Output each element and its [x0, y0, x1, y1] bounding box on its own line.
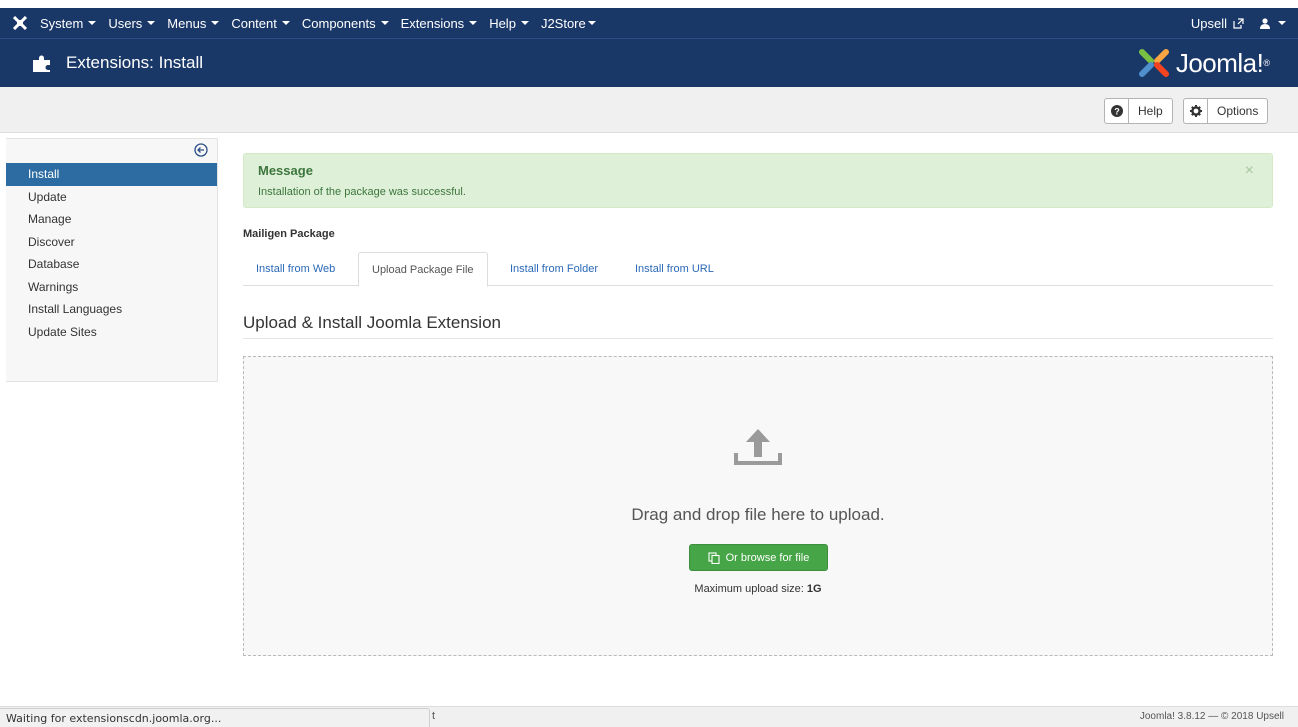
menu-system-label: System — [40, 15, 84, 31]
menu-system[interactable]: System — [40, 15, 97, 31]
gear-icon — [1184, 99, 1208, 123]
user-icon — [1260, 17, 1270, 29]
menu-menus-label: Menus — [167, 15, 207, 31]
chevron-down-icon — [147, 21, 156, 25]
question-circle-icon: ? — [1105, 99, 1129, 123]
tab-install-from-folder[interactable]: Install from Folder — [497, 252, 611, 286]
menu-help[interactable]: Help — [489, 16, 529, 31]
browse-file-button[interactable]: Or browse for file — [689, 544, 828, 571]
page-header: Extensions: Install Joomla! ® — [0, 38, 1298, 87]
chevron-down-icon — [380, 21, 389, 25]
footer-version: Joomla! 3.8.12 — © 2018 Upsell — [1139, 711, 1284, 722]
options-button[interactable]: Options — [1183, 98, 1269, 124]
site-link-label: Upsell — [1190, 15, 1227, 31]
copy-icon — [708, 551, 720, 564]
section-divider — [243, 338, 1273, 339]
browse-file-label: Or browse for file — [725, 551, 810, 564]
alert-heading: Message — [258, 163, 313, 178]
menu-content[interactable]: Content — [231, 16, 290, 31]
sidebar-item-update-sites[interactable]: Update Sites — [6, 321, 217, 344]
max-upload-size: Maximum upload size: 1G — [244, 583, 1272, 595]
install-tabs: Install from Web Upload Package File Ins… — [243, 252, 1273, 287]
chevron-down-icon — [469, 21, 478, 25]
joomla-logo-icon — [1138, 49, 1169, 77]
user-menu[interactable] — [1260, 17, 1286, 29]
sidebar-item-database[interactable]: Database — [6, 253, 217, 276]
sidebar-item-update[interactable]: Update — [6, 186, 217, 209]
status-bar-fragment: t — [432, 710, 436, 722]
sidebar-item-warnings[interactable]: Warnings — [6, 276, 217, 299]
help-button[interactable]: ? Help — [1104, 98, 1173, 124]
menu-extensions-label: Extensions — [400, 15, 465, 31]
brand-text: Joomla! — [1175, 47, 1264, 78]
sidebar-item-install[interactable]: Install — [6, 163, 217, 186]
top-navbar: System Users Menus Content Components Ex… — [0, 0, 1298, 38]
chevron-down-icon — [1278, 21, 1286, 25]
sidebar-item-install-languages[interactable]: Install Languages — [6, 298, 217, 321]
chevron-down-icon — [211, 21, 220, 25]
dropzone-text: Drag and drop file here to upload. — [631, 505, 885, 524]
menu-components-label: Components — [301, 15, 376, 31]
chevron-down-icon — [520, 21, 529, 25]
tab-upload-package-file[interactable]: Upload Package File — [358, 252, 488, 287]
menu-j2store[interactable]: J2Store — [541, 16, 596, 31]
collapse-sidebar-icon[interactable] — [194, 143, 208, 157]
menu-components[interactable]: Components — [302, 16, 389, 31]
sidebar: Install Update Manage Discover Database … — [6, 138, 218, 382]
max-upload-value: 1G — [806, 583, 822, 595]
svg-text:?: ? — [1114, 107, 1120, 117]
joomla-logo-icon[interactable] — [0, 16, 40, 30]
menu-users-label: Users — [108, 15, 143, 31]
tab-install-from-url[interactable]: Install from URL — [622, 252, 727, 286]
menu-content-label: Content — [231, 15, 277, 31]
sidebar-item-discover[interactable]: Discover — [6, 231, 217, 254]
chevron-down-icon — [88, 21, 97, 25]
sidebar-item-manage[interactable]: Manage — [6, 208, 217, 231]
upload-dropzone[interactable]: Drag and drop file here to upload. Or br… — [243, 356, 1273, 656]
alert-text: Installation of the package was successf… — [258, 186, 466, 198]
menu-users[interactable]: Users — [108, 15, 156, 31]
site-link[interactable]: Upsell — [1191, 16, 1244, 31]
chevron-down-icon — [587, 21, 596, 25]
registered-mark: ® — [1263, 58, 1270, 68]
max-upload-label: Maximum upload size: — [694, 583, 804, 595]
upload-icon — [734, 429, 782, 465]
external-link-icon — [1233, 17, 1244, 29]
tab-install-from-web[interactable]: Install from Web — [243, 252, 348, 286]
puzzle-icon — [33, 55, 50, 72]
section-title: Upload & Install Joomla Extension — [243, 313, 501, 332]
close-icon[interactable]: × — [1245, 162, 1254, 180]
options-label: Options — [1217, 104, 1259, 118]
chevron-down-icon — [281, 21, 290, 25]
menu-extensions[interactable]: Extensions — [401, 16, 478, 31]
browser-status-bar: Waiting for extensionscdn.joomla.org... — [0, 708, 430, 727]
help-label: Help — [1138, 104, 1163, 118]
menu-help-label: Help — [489, 15, 516, 31]
menu-menus[interactable]: Menus — [167, 15, 220, 31]
toolbar: ? Help Options — [0, 87, 1298, 133]
success-alert: Message Installation of the package was … — [243, 153, 1273, 208]
page-title: Extensions: Install — [66, 53, 204, 72]
menu-j2store-label: J2Store — [540, 15, 586, 31]
package-title: Mailigen Package — [243, 228, 335, 240]
joomla-brand: Joomla! ® — [1138, 48, 1270, 79]
